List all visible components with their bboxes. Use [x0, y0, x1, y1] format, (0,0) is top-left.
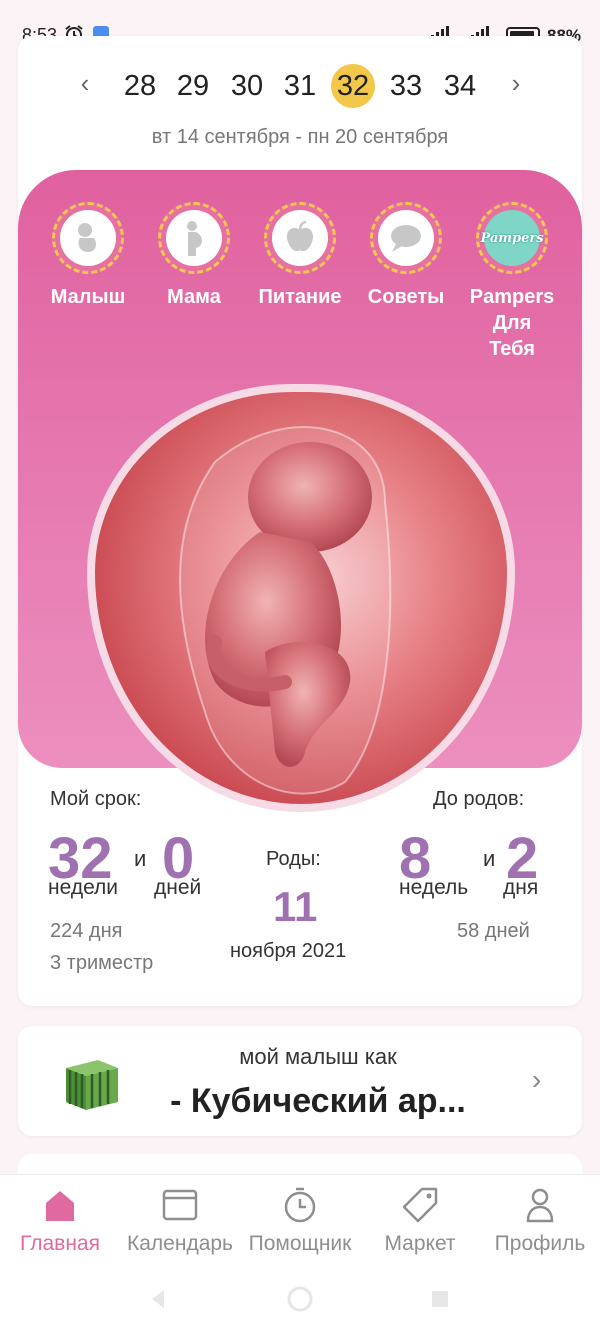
baby-size-title: - Кубический ар...	[170, 1082, 466, 1120]
pampers-logo: Pampers	[480, 230, 544, 246]
baby-size-card[interactable]: мой малыш как - Кубический ар... ›	[18, 1026, 582, 1136]
tab-market-label: Маркет	[384, 1232, 456, 1255]
category-nutrition[interactable]: Питание	[250, 202, 350, 310]
remaining-weeks-unit: недель	[399, 876, 469, 899]
term-weeks-unit: недели	[48, 876, 119, 899]
remaining-total-days: 58 дней	[457, 920, 530, 942]
chevron-right-icon[interactable]: ›	[501, 68, 531, 98]
remaining-days-unit: дня	[503, 876, 539, 899]
category-baby[interactable]: Малыш	[38, 202, 138, 310]
chevron-left-icon[interactable]: ‹	[70, 68, 100, 98]
category-baby-label: Малыш	[50, 286, 126, 308]
chevron-right-icon: ›	[532, 1064, 542, 1095]
home-circle-icon[interactable]	[287, 1286, 313, 1312]
pregnant-woman-icon	[187, 221, 202, 256]
term-and: и	[134, 846, 147, 871]
home-icon	[46, 1191, 74, 1221]
tab-assistant[interactable]: Помощник	[240, 1185, 360, 1256]
tag-icon	[402, 1187, 438, 1223]
profile-icon	[526, 1188, 554, 1223]
term-total-days: 224 дня	[50, 920, 123, 942]
week-date-range: вт 14 сентября - пн 20 сентября	[151, 126, 449, 148]
week-33[interactable]: 33	[384, 64, 428, 108]
due-label: Роды:	[266, 848, 321, 870]
my-term-label: Мой срок:	[50, 788, 142, 810]
cubic-watermelon-image	[66, 1060, 118, 1110]
fetus-image	[179, 426, 392, 795]
week-30[interactable]: 30	[225, 64, 269, 108]
week-32-selected[interactable]: 32	[331, 64, 375, 108]
pregnancy-overview-card: ‹ 28 29 30 31 32 33 34 › вт 14 сентября …	[18, 36, 582, 1006]
category-tips[interactable]: Советы	[356, 202, 456, 310]
due-month-year: ноября 2021	[230, 940, 347, 962]
tab-market[interactable]: Маркет	[360, 1185, 480, 1256]
term-trimester: 3 триместр	[50, 952, 154, 974]
week-31[interactable]: 31	[278, 64, 322, 108]
week-34[interactable]: 34	[438, 64, 482, 108]
baby-icon	[78, 223, 96, 252]
recents-icon[interactable]	[430, 1289, 450, 1309]
tab-profile[interactable]: Профиль	[480, 1185, 600, 1256]
category-pampers-label: Pampers Для Тебя	[469, 286, 555, 360]
remaining-and: и	[483, 846, 496, 871]
bottom-tab-bar: Главная Календарь Помощник Маркет Профил…	[0, 1174, 600, 1264]
tab-calendar-label: Календарь	[127, 1232, 233, 1255]
week-29[interactable]: 29	[171, 64, 215, 108]
week-28[interactable]: 28	[118, 64, 162, 108]
baby-size-subtitle: мой малыш как	[239, 1044, 397, 1069]
category-pampers[interactable]: Pampers Pampers Для Тебя	[462, 202, 562, 362]
back-icon[interactable]	[148, 1288, 170, 1310]
until-birth-label: До родов:	[433, 788, 525, 810]
tab-assistant-label: Помощник	[248, 1232, 352, 1255]
tab-home[interactable]: Главная	[0, 1185, 120, 1256]
system-navigation-bar	[0, 1264, 600, 1332]
category-tips-label: Советы	[367, 286, 445, 308]
chat-bubble-icon	[391, 225, 421, 252]
term-days-unit: дней	[154, 876, 202, 899]
tab-profile-label: Профиль	[494, 1232, 586, 1255]
week-selector: ‹ 28 29 30 31 32 33 34 ›	[18, 64, 582, 108]
due-day: 11	[273, 883, 318, 930]
category-nutrition-label: Питание	[258, 286, 342, 308]
apple-icon	[286, 220, 314, 252]
category-mom[interactable]: Мама	[144, 202, 244, 310]
timer-icon	[284, 1187, 316, 1223]
tab-calendar[interactable]: Календарь	[120, 1185, 240, 1256]
category-mom-label: Мама	[167, 286, 221, 308]
calendar-icon	[162, 1189, 198, 1221]
tab-home-label: Главная	[20, 1232, 100, 1255]
